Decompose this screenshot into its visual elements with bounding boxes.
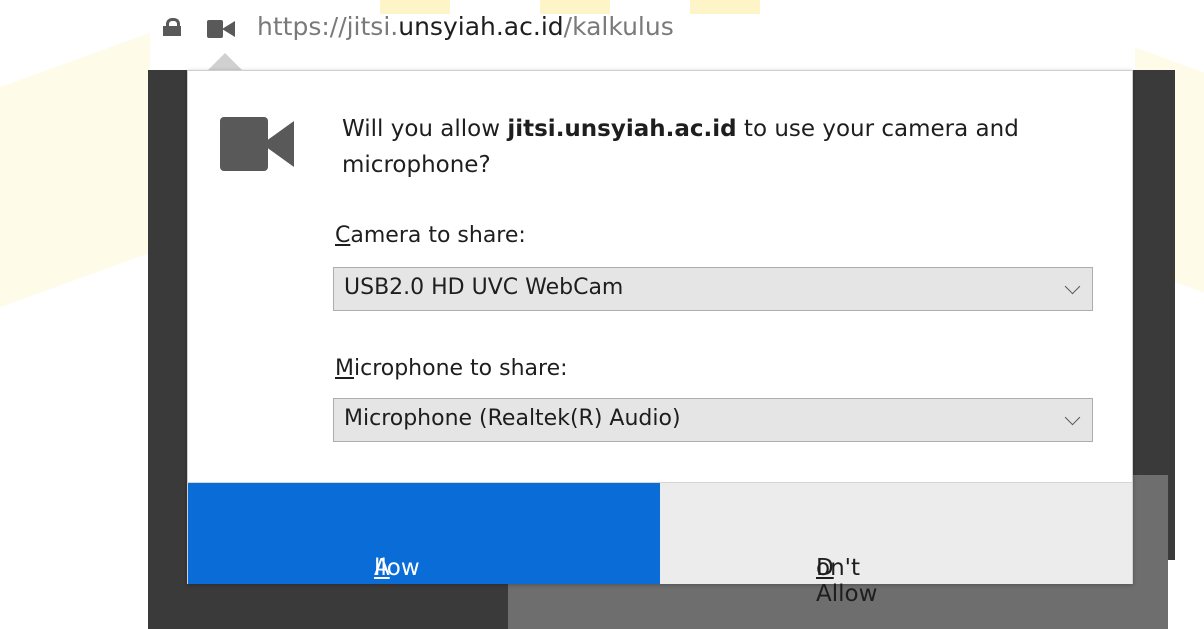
- dont-allow-button[interactable]: Don't Allow: [660, 483, 1132, 607]
- camera-label: Camera to share:: [335, 223, 526, 248]
- permission-question: Will you allow jitsi.unsyiah.ac.id to us…: [342, 116, 1019, 178]
- camera-icon[interactable]: [207, 20, 235, 38]
- watermark-shape: [0, 32, 150, 308]
- microphone-select-value: Microphone (Realtek(R) Audio): [344, 406, 681, 431]
- camera-select-value: USB2.0 HD UVC WebCam: [344, 275, 624, 300]
- microphone-select[interactable]: Microphone (Realtek(R) Audio): [333, 398, 1093, 442]
- camera-icon: [220, 117, 294, 171]
- lock-icon[interactable]: [163, 18, 181, 36]
- site-name: jitsi.unsyiah.ac.id: [507, 116, 737, 142]
- popup-arrow: [207, 53, 243, 71]
- camera-select[interactable]: USB2.0 HD UVC WebCam: [333, 267, 1093, 311]
- permission-prompt: Will you allow jitsi.unsyiah.ac.id to us…: [187, 70, 1133, 607]
- url-text[interactable]: https://jitsi.unsyiah.ac.id/kalkulus: [257, 12, 674, 41]
- allow-button[interactable]: Allow: [188, 483, 660, 584]
- chevron-down-icon: [1064, 278, 1081, 295]
- address-bar[interactable]: https://jitsi.unsyiah.ac.id/kalkulus: [150, 0, 1204, 62]
- button-bar: Allow Don't Allow: [188, 482, 1132, 607]
- chevron-down-icon: [1064, 409, 1081, 426]
- url-host: unsyiah.ac.id: [398, 12, 564, 41]
- url-path: /kalkulus: [563, 12, 674, 41]
- microphone-label: Microphone to share:: [335, 356, 568, 381]
- url-prefix: https://jitsi.: [257, 12, 399, 41]
